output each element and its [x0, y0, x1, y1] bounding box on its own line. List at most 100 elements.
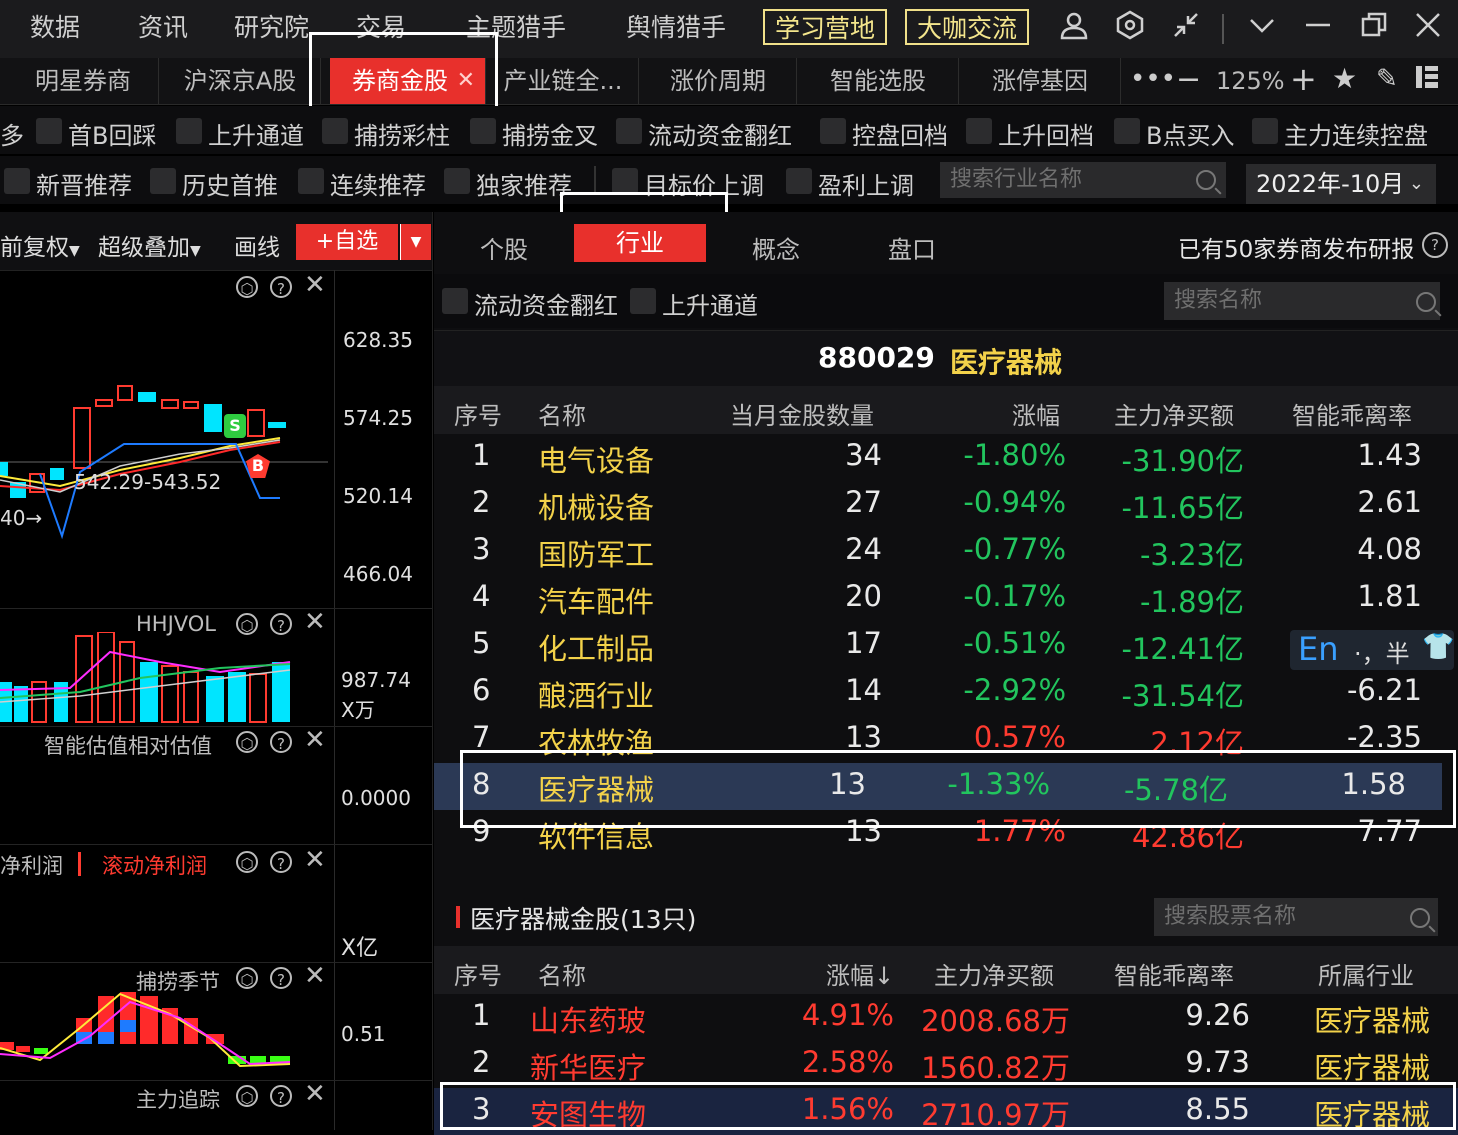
view-tab-stocks[interactable]: 个股	[480, 230, 528, 265]
settings-hex-icon[interactable]: ⬡	[236, 1085, 258, 1107]
filter-checkbox[interactable]	[444, 168, 470, 194]
filter-checkbox[interactable]	[966, 118, 992, 144]
help-icon[interactable]: ?	[270, 1085, 292, 1107]
tab-limit-up-gene[interactable]: 涨停基因	[960, 58, 1121, 104]
ime-toolbar[interactable]: En ·，半 👕	[1290, 630, 1454, 670]
filter-label[interactable]: B点买入	[1146, 116, 1234, 151]
filter-checkbox[interactable]	[322, 118, 348, 144]
table-row[interactable]: 9 软件信息 13 1.77% 42.86亿 7.77	[434, 810, 1458, 857]
filter-label[interactable]: 首B回踩	[68, 116, 156, 151]
filter-checkbox[interactable]	[630, 288, 656, 314]
overlay-select[interactable]: 超级叠加▼	[98, 228, 201, 262]
settings-hex-icon[interactable]: ⬡	[236, 967, 258, 989]
filter-label[interactable]: 流动资金翻红	[474, 286, 618, 321]
zoom-out-icon[interactable]: −	[1176, 62, 1201, 97]
help-icon[interactable]: ?	[270, 731, 292, 753]
filter-label[interactable]: 盈利上调	[818, 166, 914, 201]
filter-checkbox[interactable]	[786, 168, 812, 194]
table-row[interactable]: 2 机械设备 27 -0.94% -11.65亿 2.61	[434, 481, 1458, 528]
menu-sentiment-hunter[interactable]: 舆情猎手	[626, 8, 726, 44]
table-row[interactable]: 1 山东药玻 4.91% 2008.68万 9.26 医疗器械	[434, 994, 1458, 1041]
pen-icon[interactable]: ✎	[1376, 64, 1398, 94]
tab-smart-pick[interactable]: 智能选股	[798, 58, 959, 104]
filter-label[interactable]: 控盘回档	[852, 116, 948, 151]
filter-label[interactable]: 捕捞金叉	[502, 116, 598, 151]
close-icon[interactable]: ✕	[304, 725, 326, 755]
filter-label[interactable]: 历史首推	[182, 166, 278, 201]
filter-label[interactable]: 上升通道	[662, 286, 758, 321]
draw-line-button[interactable]: 画线	[234, 228, 280, 262]
table-row[interactable]: 1 电气设备 34 -1.80% -31.90亿 1.43	[434, 434, 1458, 481]
user-icon[interactable]	[1056, 10, 1092, 46]
filter-checkbox[interactable]	[1114, 118, 1140, 144]
menu-trade[interactable]: 交易	[356, 8, 406, 44]
tab-industry-chain[interactable]: 产业链全...	[488, 58, 639, 104]
filter-checkbox[interactable]	[442, 288, 468, 314]
table-row[interactable]: 6 酿酒行业 14 -2.92% -31.54亿 -6.21	[434, 669, 1458, 716]
tab-close-icon[interactable]: ✕	[457, 58, 475, 104]
tab-a-shares[interactable]: 沪深京A股	[160, 58, 321, 104]
name-search-input[interactable]: 搜索名称	[1164, 282, 1440, 320]
close-icon[interactable]: ✕	[304, 961, 326, 991]
search-icon[interactable]	[1194, 168, 1218, 192]
filter-label[interactable]: 捕捞彩柱	[354, 116, 450, 151]
filter-label[interactable]: 上升通道	[208, 116, 304, 151]
menu-data[interactable]: 数据	[30, 8, 80, 44]
help-icon[interactable]: ?	[1422, 232, 1448, 258]
filter-checkbox[interactable]	[612, 168, 638, 194]
filter-checkbox[interactable]	[470, 118, 496, 144]
filter-more[interactable]: 多	[0, 116, 24, 151]
filter-checkbox[interactable]	[298, 168, 324, 194]
col-change-sort[interactable]: 涨幅↓	[826, 956, 894, 991]
help-icon[interactable]: ?	[270, 851, 292, 873]
view-tab-industry[interactable]: 行业	[574, 224, 706, 262]
more-icon[interactable]: •••	[1130, 64, 1176, 94]
date-select[interactable]: 2022年-10月 ⌄	[1246, 164, 1436, 204]
tab-star-brokers[interactable]: 明星券商	[8, 58, 159, 104]
table-row[interactable]: 2 新华医疗 2.58% 1560.82万 9.73 医疗器械	[434, 1041, 1458, 1088]
menu-theme-hunter[interactable]: 主题猎手	[466, 8, 566, 44]
add-watchlist-button[interactable]: +自选	[296, 224, 398, 260]
table-row[interactable]: 4 汽车配件 20 -0.17% -1.89亿 1.81	[434, 575, 1458, 622]
table-row[interactable]: 8 医疗器械 13 -1.33% -5.78亿 1.58	[434, 763, 1442, 810]
close-icon[interactable]	[1410, 10, 1446, 46]
tab-price-cycle[interactable]: 涨价周期	[640, 58, 797, 104]
settings-hex-icon[interactable]	[1112, 10, 1148, 46]
settings-hex-icon[interactable]: ⬡	[236, 276, 258, 298]
filter-checkbox[interactable]	[820, 118, 846, 144]
search-icon[interactable]	[1408, 906, 1432, 930]
tab-broker-golden-stocks[interactable]: 券商金股 ✕	[330, 58, 486, 104]
industry-search-input[interactable]: 搜索行业名称	[940, 162, 1226, 198]
filter-checkbox[interactable]	[4, 168, 30, 194]
adjust-select[interactable]: 前复权▼	[0, 228, 80, 262]
settings-hex-icon[interactable]: ⬡	[236, 731, 258, 753]
table-row[interactable]: 3 国防军工 24 -0.77% -3.23亿 4.08	[434, 528, 1458, 575]
filter-label[interactable]: 独家推荐	[476, 166, 572, 201]
star-icon[interactable]: ★	[1332, 62, 1357, 95]
filter-label[interactable]: 连续推荐	[330, 166, 426, 201]
expert-talk-button[interactable]: 大咖交流	[905, 9, 1030, 45]
layout-icon[interactable]	[1414, 64, 1440, 94]
zoom-in-icon[interactable]: +	[1290, 60, 1317, 98]
menu-research[interactable]: 研究院	[234, 8, 309, 44]
help-icon[interactable]: ?	[270, 276, 292, 298]
minimize-icon[interactable]	[1300, 10, 1336, 46]
filter-checkbox[interactable]	[176, 118, 202, 144]
close-icon[interactable]: ✕	[304, 1079, 326, 1109]
filter-label[interactable]: 流动资金翻红	[648, 116, 792, 151]
filter-label[interactable]: 新晋推荐	[36, 166, 132, 201]
filter-label[interactable]: 目标价上调	[644, 166, 764, 201]
stock-search-input[interactable]: 搜索股票名称	[1154, 898, 1438, 936]
filter-label[interactable]: 主力连续控盘	[1284, 116, 1428, 151]
view-tab-concept[interactable]: 概念	[752, 230, 800, 265]
filter-checkbox[interactable]	[1252, 118, 1278, 144]
shrink-icon[interactable]	[1168, 10, 1204, 46]
filter-checkbox[interactable]	[150, 168, 176, 194]
close-icon[interactable]: ✕	[304, 270, 326, 300]
table-row[interactable]: 3 安图生物 1.56% 2710.97万 8.55 医疗器械	[434, 1088, 1458, 1135]
filter-checkbox[interactable]	[616, 118, 642, 144]
settings-hex-icon[interactable]: ⬡	[236, 851, 258, 873]
study-camp-button[interactable]: 学习营地	[763, 9, 888, 45]
help-icon[interactable]: ?	[270, 967, 292, 989]
close-icon[interactable]: ✕	[304, 845, 326, 875]
